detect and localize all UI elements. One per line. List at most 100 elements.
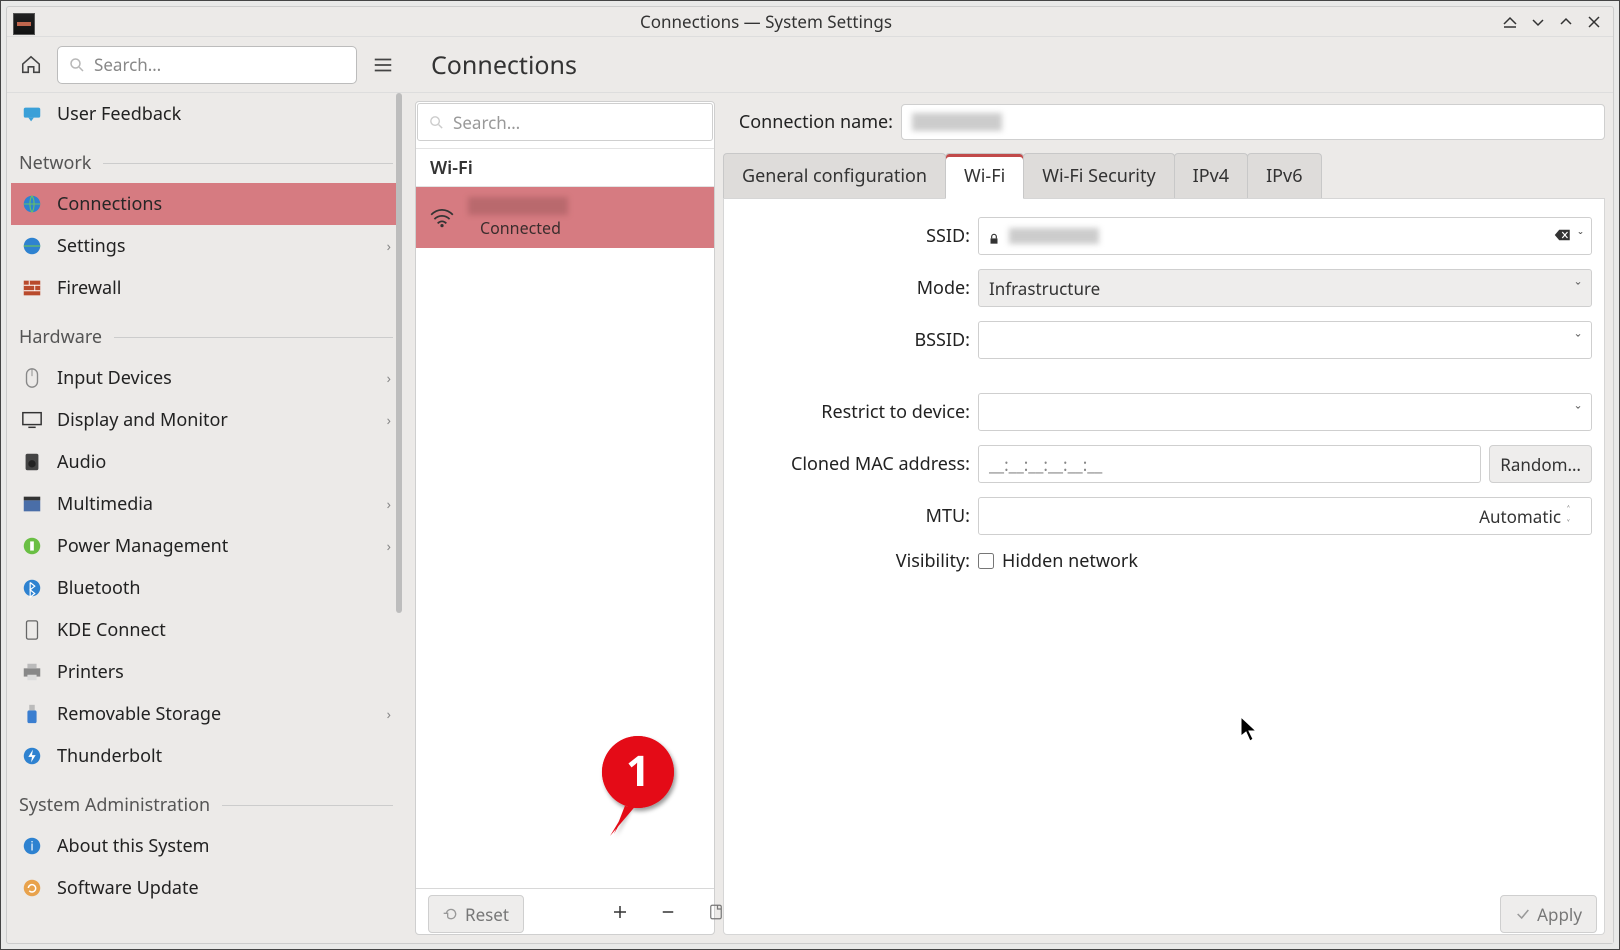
- sidebar-item-label: Firewall: [57, 276, 121, 300]
- bssid-label: BSSID:: [736, 328, 978, 352]
- sidebar-item-printers[interactable]: Printers: [11, 651, 401, 693]
- sidebar-item-label: Bluetooth: [57, 576, 141, 600]
- titlebar: Connections — System Settings: [7, 7, 1613, 37]
- sidebar-item-power[interactable]: Power Management›: [11, 525, 401, 567]
- chevron-down-icon: ˇ: [1575, 403, 1581, 422]
- minimize-icon[interactable]: [1525, 9, 1551, 35]
- tab-ipv6[interactable]: IPv6: [1247, 153, 1321, 198]
- annotation-callout: 1: [596, 730, 680, 845]
- spin-buttons[interactable]: ˄˅: [1567, 502, 1581, 530]
- sidebar-item-removable[interactable]: Removable Storage›: [11, 693, 401, 735]
- chevron-right-icon: ›: [387, 537, 391, 556]
- chevron-right-icon: ›: [387, 411, 391, 430]
- power-icon: [19, 533, 45, 559]
- sidebar-section-sysadmin: System Administration: [11, 785, 401, 825]
- mac-placeholder: __:__:__:__:__:__: [989, 453, 1102, 476]
- mac-input[interactable]: __:__:__:__:__:__: [978, 445, 1481, 483]
- reset-label: Reset: [465, 903, 509, 926]
- search-placeholder: Search…: [94, 53, 161, 76]
- connection-name-redacted: [468, 197, 568, 215]
- sidebar-item-thunderbolt[interactable]: Thunderbolt: [11, 735, 401, 777]
- info-icon: i: [19, 833, 45, 859]
- sidebar-section-hardware: Hardware: [11, 317, 401, 357]
- sidebar-item-input-devices[interactable]: Input Devices›: [11, 357, 401, 399]
- sidebar-item-firewall[interactable]: Firewall: [11, 267, 401, 309]
- chevron-down-icon[interactable]: ˇ: [1578, 228, 1583, 245]
- sidebar-item-label: Software Update: [57, 876, 199, 900]
- connections-search[interactable]: Search…: [417, 103, 713, 141]
- bssid-combo[interactable]: ˇ: [978, 321, 1592, 359]
- sidebar-item-user-feedback[interactable]: User Feedback: [11, 93, 401, 135]
- mode-combo[interactable]: Infrastructureˇ: [978, 269, 1592, 307]
- update-icon: [19, 875, 45, 901]
- connection-name-label: Connection name:: [723, 110, 901, 134]
- tab-ipv4[interactable]: IPv4: [1174, 153, 1248, 198]
- usb-icon: [19, 701, 45, 727]
- ssid-value-redacted: [1009, 228, 1099, 244]
- sidebar-scrollbar[interactable]: [397, 93, 405, 943]
- random-mac-button[interactable]: Random…: [1489, 445, 1592, 483]
- hidden-network-checkbox[interactable]: Hidden network: [978, 549, 1138, 573]
- sidebar-item-label: Connections: [57, 192, 162, 216]
- maximize-icon[interactable]: [1553, 9, 1579, 35]
- feedback-icon: [19, 101, 45, 127]
- bluetooth-icon: [19, 575, 45, 601]
- sidebar-item-about[interactable]: i About this System: [11, 825, 401, 867]
- chevron-right-icon: ›: [387, 705, 391, 724]
- sidebar-item-kde-connect[interactable]: KDE Connect: [11, 609, 401, 651]
- restrict-combo[interactable]: ˇ: [978, 393, 1592, 431]
- printer-icon: [19, 659, 45, 685]
- mtu-spin[interactable]: Automatic ˄˅: [978, 497, 1592, 535]
- connection-details: Connection name: General configuration W…: [723, 101, 1605, 935]
- window-title: Connections — System Settings: [35, 10, 1497, 33]
- chevron-right-icon: ›: [387, 495, 391, 514]
- home-icon[interactable]: [13, 47, 49, 83]
- tab-wifi-security[interactable]: Wi-Fi Security: [1023, 153, 1174, 198]
- header-row: Search… Connections: [7, 37, 1613, 93]
- sidebar-item-software-update[interactable]: Software Update: [11, 867, 401, 909]
- clapper-icon: [19, 491, 45, 517]
- clear-icon[interactable]: [1554, 225, 1572, 247]
- sidebar-item-connections[interactable]: Connections: [11, 183, 401, 225]
- sidebar-item-audio[interactable]: Audio: [11, 441, 401, 483]
- globe-icon: [19, 191, 45, 217]
- visibility-label: Visibility:: [736, 549, 978, 573]
- close-icon[interactable]: [1581, 9, 1607, 35]
- tab-wifi[interactable]: Wi-Fi: [945, 153, 1024, 199]
- hidden-network-label: Hidden network: [1002, 549, 1138, 573]
- sidebar-search[interactable]: Search…: [57, 46, 357, 84]
- sidebar-item-settings[interactable]: Settings›: [11, 225, 401, 267]
- sidebar-item-label: Audio: [57, 450, 106, 474]
- keep-above-icon[interactable]: [1497, 9, 1523, 35]
- restrict-label: Restrict to device:: [736, 400, 978, 424]
- sidebar: User Feedback Network Connections Settin…: [7, 93, 407, 943]
- connection-name-redacted: [912, 113, 1002, 131]
- connection-list-item[interactable]: Connected: [416, 186, 714, 248]
- tab-general[interactable]: General configuration: [723, 153, 946, 198]
- sidebar-item-bluetooth[interactable]: Bluetooth: [11, 567, 401, 609]
- connection-status: Connected: [480, 217, 568, 239]
- mouse-icon: [19, 365, 45, 391]
- ssid-label: SSID:: [736, 224, 978, 248]
- chevron-right-icon: ›: [387, 369, 391, 388]
- sidebar-section-network: Network: [11, 143, 401, 183]
- apply-label: Apply: [1537, 903, 1582, 926]
- connections-section-wifi: Wi-Fi: [416, 148, 714, 186]
- sidebar-item-label: Display and Monitor: [57, 408, 228, 432]
- detail-tabs: General configuration Wi-Fi Wi-Fi Securi…: [723, 153, 1605, 199]
- sidebar-item-label: Printers: [57, 660, 124, 684]
- reset-button[interactable]: Reset: [428, 895, 524, 933]
- sidebar-item-multimedia[interactable]: Multimedia›: [11, 483, 401, 525]
- bottom-bar: Reset Apply: [420, 889, 1605, 939]
- search-placeholder: Search…: [453, 111, 520, 134]
- menu-icon[interactable]: [365, 47, 401, 83]
- lock-icon: [987, 229, 1001, 243]
- ssid-input[interactable]: ˇ: [978, 217, 1592, 255]
- firewall-icon: [19, 275, 45, 301]
- globe-icon: [19, 233, 45, 259]
- apply-button[interactable]: Apply: [1500, 895, 1597, 933]
- cursor-icon: [1240, 716, 1258, 747]
- mtu-value: Automatic: [1479, 505, 1561, 528]
- connection-name-input[interactable]: [901, 104, 1605, 140]
- sidebar-item-display[interactable]: Display and Monitor ›: [11, 399, 401, 441]
